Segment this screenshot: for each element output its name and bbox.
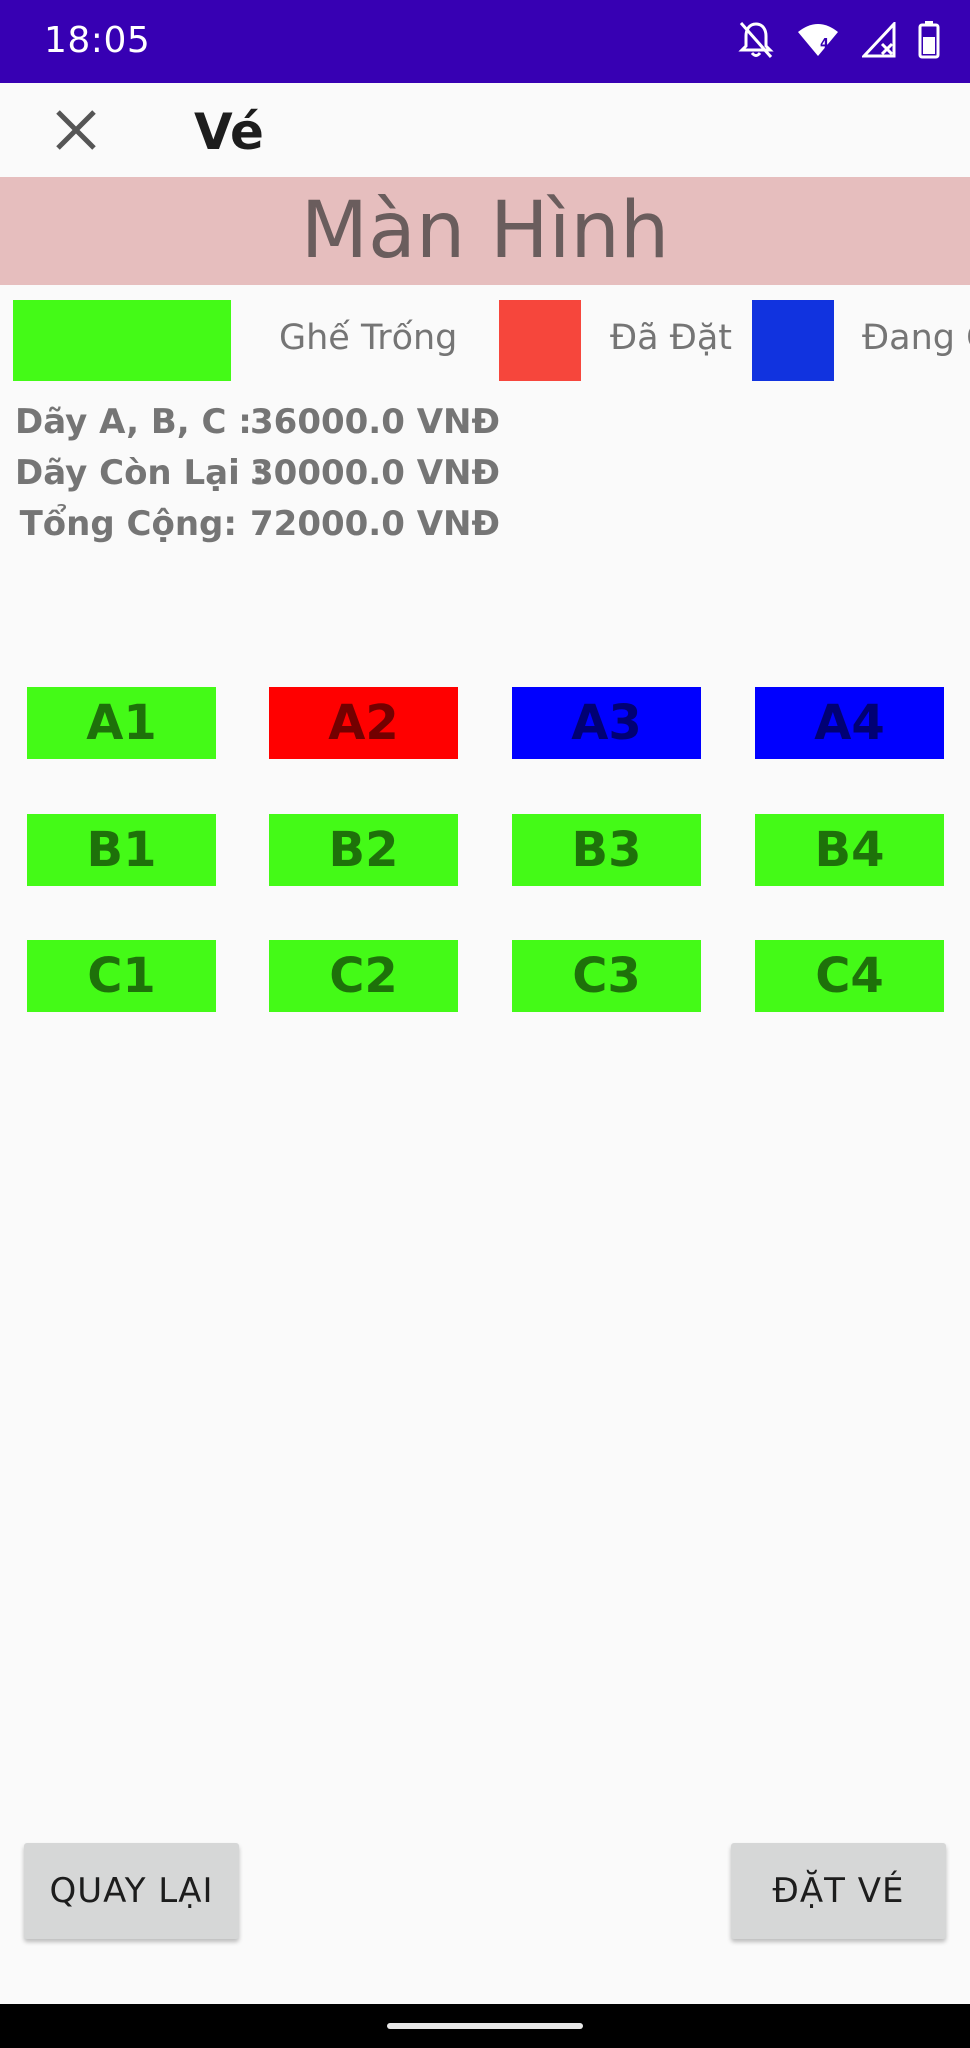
- seat-c3[interactable]: C3: [512, 940, 701, 1012]
- screen-label: Màn Hình: [300, 186, 670, 276]
- price-value-abc: 36000.0 VNĐ: [250, 402, 500, 442]
- price-value-total: 72000.0 VNĐ: [250, 504, 500, 544]
- status-time: 18:05: [44, 20, 151, 61]
- seat-b2[interactable]: B2: [269, 814, 458, 886]
- back-button[interactable]: QUAY LẠI: [24, 1843, 239, 1939]
- close-button[interactable]: [48, 105, 104, 155]
- seat-c1[interactable]: C1: [27, 940, 216, 1012]
- home-handle[interactable]: [387, 2023, 583, 2029]
- seat-a4[interactable]: A4: [755, 687, 944, 759]
- legend-swatch-available: [13, 300, 231, 381]
- svg-text:4: 4: [820, 37, 829, 52]
- page-title: Vé: [194, 103, 264, 161]
- notifications-off-icon: [738, 20, 774, 65]
- legend-swatch-booked: [499, 300, 581, 381]
- price-label-abc: Dãy A, B, C :: [15, 402, 252, 442]
- wifi-icon: 4: [796, 22, 840, 63]
- legend-label-available: Ghế Trống: [279, 318, 458, 358]
- status-icons: 4: [738, 19, 940, 65]
- seat-b3[interactable]: B3: [512, 814, 701, 886]
- price-value-remaining: 30000.0 VNĐ: [250, 453, 500, 493]
- app-bar: Vé: [0, 83, 970, 177]
- price-label-total: Tổng Cộng:: [19, 504, 237, 544]
- seat-a3[interactable]: A3: [512, 687, 701, 759]
- seat-a1[interactable]: A1: [27, 687, 216, 759]
- book-ticket-button[interactable]: ĐẶT VÉ: [731, 1843, 946, 1939]
- legend-swatch-selected: [752, 300, 834, 381]
- seat-c4[interactable]: C4: [755, 940, 944, 1012]
- legend-label-booked: Đã Đặt: [610, 318, 732, 358]
- battery-icon: [918, 20, 940, 64]
- seat-b1[interactable]: B1: [27, 814, 216, 886]
- seat-c2[interactable]: C2: [269, 940, 458, 1012]
- legend-label-selected: Đang C: [862, 318, 970, 358]
- signal-icon: [860, 19, 896, 63]
- legend-label-selected-clip: Đang C: [862, 318, 970, 358]
- navigation-bar: [0, 2004, 970, 2048]
- seat-b4[interactable]: B4: [755, 814, 944, 886]
- status-bar: 18:05 4: [0, 0, 970, 83]
- screen-banner: Màn Hình: [0, 177, 970, 285]
- price-label-remaining: Dãy Còn Lại :: [15, 453, 266, 493]
- close-icon: [56, 110, 96, 150]
- seat-a2[interactable]: A2: [269, 687, 458, 759]
